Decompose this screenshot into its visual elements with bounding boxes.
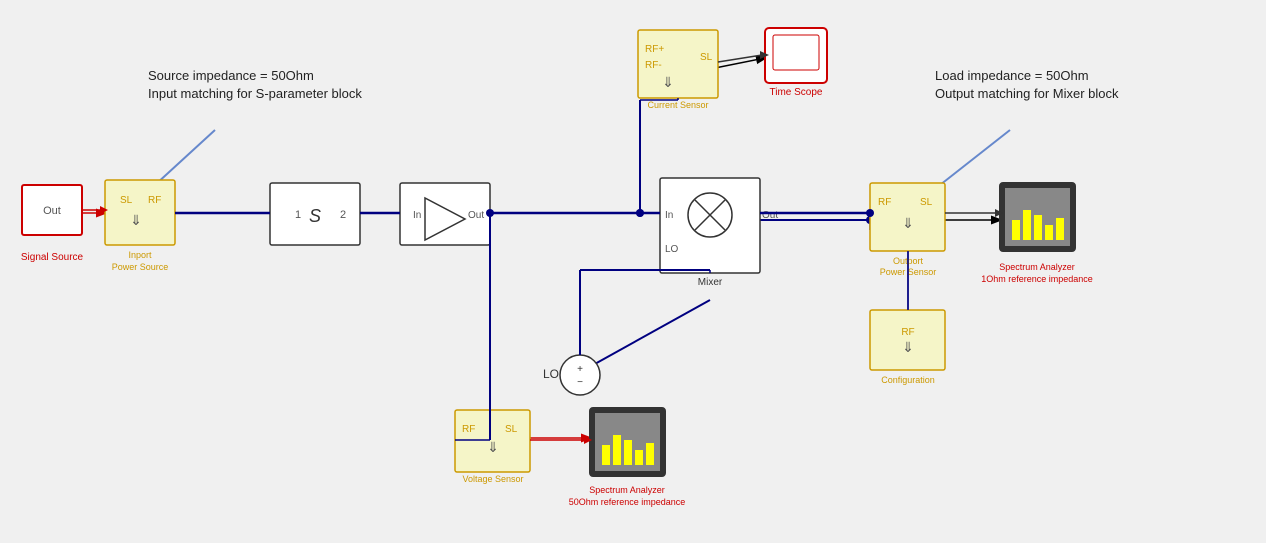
svg-text:SL: SL <box>120 195 133 206</box>
svg-text:50Ohm reference impedance: 50Ohm reference impedance <box>569 497 686 507</box>
svg-text:S: S <box>309 206 321 226</box>
svg-text:In: In <box>665 210 673 221</box>
svg-text:Configuration: Configuration <box>881 375 935 385</box>
svg-text:⇓: ⇓ <box>902 339 914 355</box>
svg-text:SL: SL <box>920 197 933 208</box>
svg-text:2: 2 <box>340 209 346 221</box>
svg-text:Out: Out <box>43 205 61 217</box>
svg-text:Load impedance = 50Ohm: Load impedance = 50Ohm <box>935 68 1089 83</box>
svg-text:Current Sensor: Current Sensor <box>647 100 708 110</box>
svg-text:RF+: RF+ <box>645 44 664 55</box>
svg-text:Mixer: Mixer <box>698 277 723 288</box>
svg-text:Spectrum Analyzer: Spectrum Analyzer <box>589 485 665 495</box>
svg-text:1Ohm reference impedance: 1Ohm reference impedance <box>981 274 1093 284</box>
svg-text:Out: Out <box>762 210 778 221</box>
svg-text:⇓: ⇓ <box>487 439 499 455</box>
svg-text:Voltage Sensor: Voltage Sensor <box>462 474 523 484</box>
svg-text:⇓: ⇓ <box>662 74 674 90</box>
diagram: Source impedance = 50Ohm Input matching … <box>0 0 1266 543</box>
svg-text:Spectrum Analyzer: Spectrum Analyzer <box>999 262 1075 272</box>
svg-text:RF: RF <box>462 424 475 435</box>
svg-text:LO: LO <box>665 244 679 255</box>
svg-text:RF: RF <box>148 195 161 206</box>
svg-text:In: In <box>413 210 421 221</box>
svg-text:−: − <box>577 377 583 388</box>
svg-text:1: 1 <box>295 209 301 221</box>
svg-text:⇓: ⇓ <box>130 212 142 228</box>
svg-text:+: + <box>577 364 583 375</box>
svg-text:Source impedance = 50Ohm: Source impedance = 50Ohm <box>148 68 314 83</box>
svg-text:RF: RF <box>878 197 891 208</box>
svg-text:Signal Source: Signal Source <box>21 252 84 263</box>
svg-text:Output matching for Mixer bloc: Output matching for Mixer block <box>935 86 1119 101</box>
svg-text:RF-: RF- <box>645 60 662 71</box>
svg-text:Inport: Inport <box>128 250 152 260</box>
svg-text:RF: RF <box>901 327 914 338</box>
svg-text:SL: SL <box>505 424 518 435</box>
svg-text:SL: SL <box>700 52 713 63</box>
svg-text:⇓: ⇓ <box>902 215 914 231</box>
svg-text:Input matching for S-parameter: Input matching for S-parameter block <box>148 86 362 101</box>
svg-text:Out: Out <box>468 210 484 221</box>
svg-text:LO: LO <box>543 367 559 381</box>
svg-text:Time Scope: Time Scope <box>770 87 823 98</box>
svg-text:Power Source: Power Source <box>112 262 169 272</box>
